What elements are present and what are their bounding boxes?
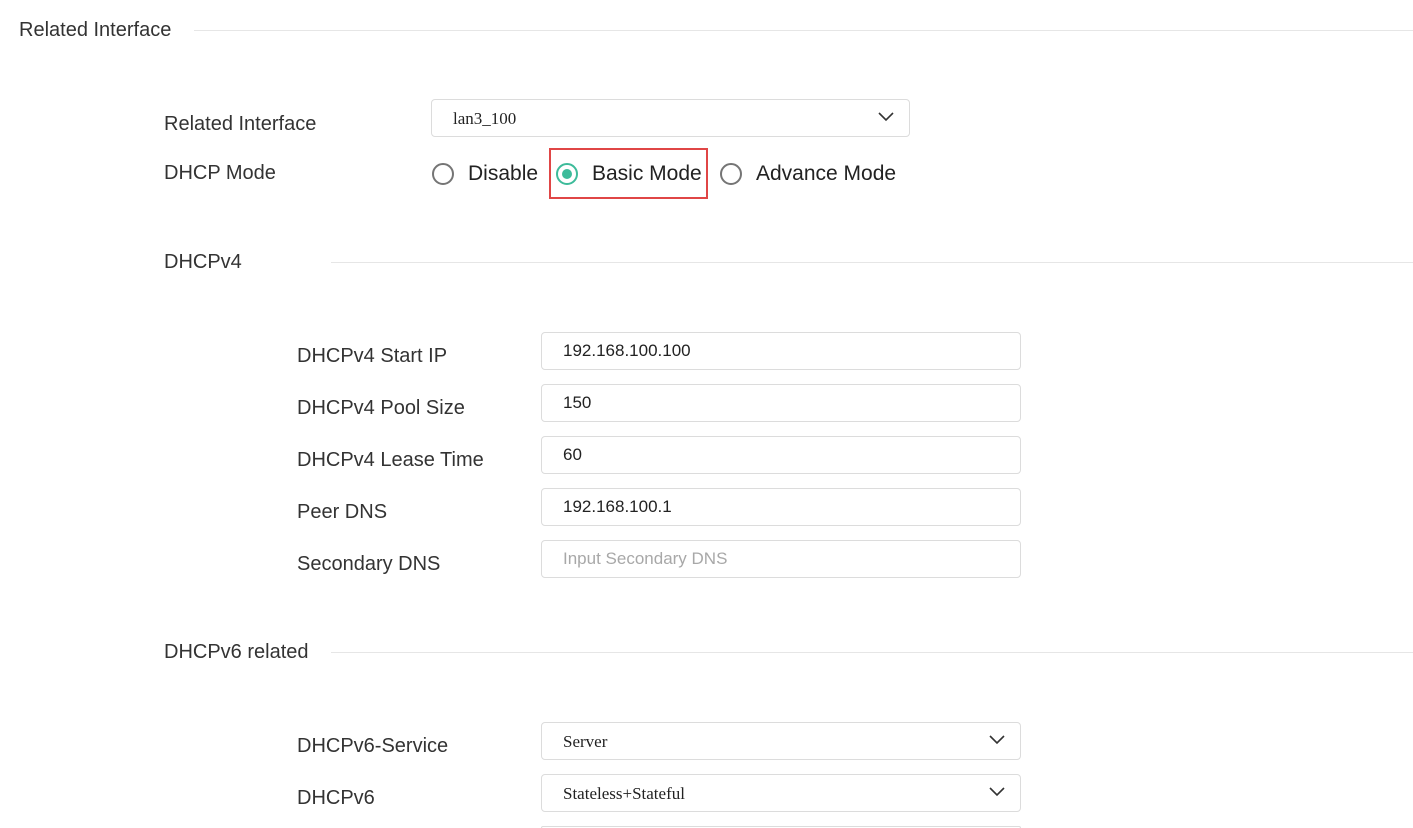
section-divider <box>331 262 1413 263</box>
chevron-down-icon <box>878 112 894 122</box>
dhcp-mode-radio-advance[interactable]: Advance Mode <box>720 162 896 186</box>
section-title-dhcpv6: DHCPv6 related <box>164 641 309 663</box>
dhcpv4-start-ip-label: DHCPv4 Start IP <box>297 345 448 367</box>
dhcp-mode-label: DHCP Mode <box>164 162 276 184</box>
radio-checked-icon <box>556 163 578 185</box>
chevron-down-icon <box>989 787 1005 797</box>
chevron-down-icon <box>989 735 1005 745</box>
dhcpv6-service-select[interactable]: Server <box>541 722 1021 760</box>
dhcpv6-mode-select[interactable]: Stateless+Stateful <box>541 774 1021 812</box>
dhcpv4-pool-size-label: DHCPv4 Pool Size <box>297 397 465 419</box>
dhcp-mode-radio-disable[interactable]: Disable <box>432 162 538 186</box>
dhcpv6-mode-label: DHCPv6 <box>297 787 375 809</box>
radio-label: Advance Mode <box>756 162 897 185</box>
secondary-dns-input[interactable] <box>541 540 1021 578</box>
dhcpv4-lease-time-label: DHCPv4 Lease Time <box>297 449 484 471</box>
section-divider <box>331 652 1413 653</box>
radio-label: Basic Mode <box>592 162 702 185</box>
secondary-dns-label: Secondary DNS <box>297 553 441 575</box>
section-title-related-interface: Related Interface <box>19 19 172 41</box>
dhcpv4-start-ip-input[interactable] <box>541 332 1021 370</box>
radio-unchecked-icon <box>720 163 742 185</box>
dhcp-mode-radio-basic[interactable]: Basic Mode <box>556 162 702 186</box>
related-interface-label: Related Interface <box>164 113 317 135</box>
related-interface-value: lan3_100 <box>453 109 517 128</box>
radio-label: Disable <box>468 162 539 185</box>
dhcpv6-mode-value: Stateless+Stateful <box>563 784 685 803</box>
section-title-dhcpv4: DHCPv4 <box>164 251 242 273</box>
dhcp-settings-page: Related Interface Related Interface lan3… <box>0 0 1413 828</box>
dhcpv4-lease-time-input[interactable] <box>541 436 1021 474</box>
peer-dns-label: Peer DNS <box>297 501 388 523</box>
related-interface-select[interactable]: lan3_100 <box>431 99 910 137</box>
dhcpv6-service-label: DHCPv6-Service <box>297 735 449 757</box>
radio-unchecked-icon <box>432 163 454 185</box>
peer-dns-input[interactable] <box>541 488 1021 526</box>
section-divider <box>194 30 1413 31</box>
dhcpv6-service-value: Server <box>563 732 608 751</box>
dhcpv4-pool-size-input[interactable] <box>541 384 1021 422</box>
